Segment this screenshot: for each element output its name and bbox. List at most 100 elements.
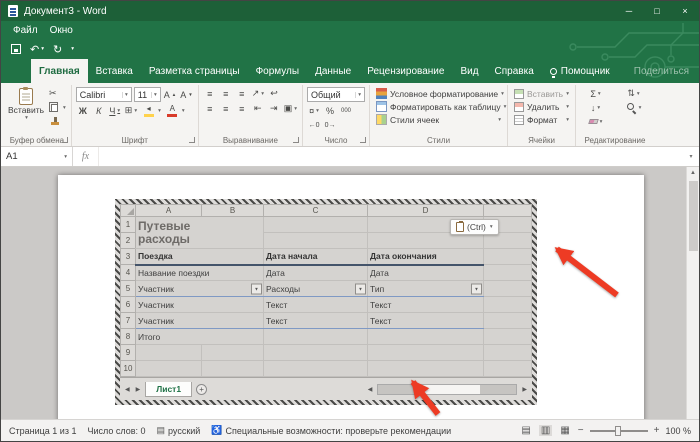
grow-font-button[interactable]: А▲ — [163, 88, 177, 101]
qat-customize-button[interactable]: ▾ — [71, 46, 74, 52]
conditional-formatting-button[interactable]: Условное форматирование ▾ — [374, 87, 503, 100]
cell-header-trip[interactable]: Поездка — [136, 249, 264, 265]
add-sheet-button[interactable]: + — [196, 384, 207, 395]
cell-type[interactable]: Тип▼ — [368, 281, 484, 297]
row-header[interactable]: 9 — [121, 345, 136, 361]
cell[interactable] — [264, 217, 368, 233]
col-header-rest[interactable] — [484, 205, 532, 217]
row-header[interactable]: 3 — [121, 249, 136, 265]
cell-text-placeholder[interactable]: Текст — [264, 313, 368, 329]
vscroll-thumb[interactable] — [689, 181, 698, 251]
col-header-b[interactable]: B — [202, 205, 264, 217]
sheet-nav-right-icon[interactable]: ▶ — [135, 386, 142, 393]
cell[interactable] — [484, 345, 532, 361]
font-dialog-launcher-icon[interactable] — [189, 137, 195, 143]
cell-styles-button[interactable]: Стили ячеек ▾ — [374, 113, 503, 126]
minimize-button[interactable]: ─ — [615, 1, 643, 21]
read-mode-button[interactable]: ▤ — [519, 425, 532, 436]
delete-cells-button[interactable]: Удалить ▾ — [512, 100, 571, 113]
cell[interactable] — [368, 345, 484, 361]
col-header-a[interactable]: A — [136, 205, 202, 217]
format-cells-button[interactable]: Формат ▾ — [512, 113, 571, 126]
bold-button[interactable]: Ж — [76, 104, 90, 117]
cell-dropdown-button[interactable]: ▼ — [355, 283, 366, 294]
insert-cells-button[interactable]: Вставить ▾ — [512, 87, 571, 100]
align-bottom-button[interactable]: ≡ — [235, 87, 249, 100]
borders-button[interactable]: ⊞▾ — [124, 104, 138, 117]
increase-decimal-button[interactable]: ←0 — [307, 119, 321, 132]
cell[interactable] — [136, 345, 202, 361]
tab-page-layout[interactable]: Разметка страницы — [141, 59, 248, 83]
percent-format-button[interactable]: % — [323, 104, 337, 117]
redo-button[interactable]: ↻ — [53, 43, 62, 56]
cell-date-placeholder[interactable]: Дата — [264, 265, 368, 281]
sheet-nav-left-icon[interactable]: ◀ — [124, 386, 131, 393]
align-right-button[interactable]: ≡ — [235, 102, 249, 115]
autosum-button[interactable]: Σ▾ — [580, 87, 611, 100]
page-indicator[interactable]: Страница 1 из 1 — [9, 426, 76, 436]
fill-button[interactable]: ↓▾ — [580, 101, 611, 114]
merge-center-button[interactable]: ▣▾ — [283, 102, 298, 115]
row-header[interactable]: 10 — [121, 361, 136, 377]
undo-button[interactable]: ↶▾ — [30, 43, 44, 56]
cell-participant[interactable]: Участник — [136, 297, 264, 313]
tab-assistant[interactable]: Помощник — [542, 59, 618, 83]
cell-header-start-date[interactable]: Дата начала — [264, 249, 368, 265]
wrap-text-button[interactable]: ↩ — [267, 87, 281, 100]
cell[interactable] — [264, 361, 368, 377]
close-button[interactable]: × — [671, 1, 699, 21]
tab-review[interactable]: Рецензирование — [359, 59, 452, 83]
menu-file[interactable]: Файл — [7, 25, 44, 36]
print-layout-button[interactable]: ▥ — [539, 425, 552, 436]
word-count[interactable]: Число слов: 0 — [87, 426, 145, 436]
paste-button[interactable]: Вставить ▾ — [7, 87, 45, 128]
hscroll-thumb[interactable] — [418, 385, 480, 394]
number-dialog-launcher-icon[interactable] — [360, 137, 366, 143]
insert-function-button[interactable]: fx — [73, 147, 99, 166]
cell[interactable] — [484, 329, 532, 345]
fill-color-button[interactable]: ◂▾ — [140, 104, 162, 117]
row-header[interactable]: 6 — [121, 297, 136, 313]
accounting-format-button[interactable]: ¤▾ — [307, 104, 321, 117]
decrease-indent-button[interactable]: ⇤ — [251, 102, 265, 115]
comma-format-button[interactable]: 000 — [339, 104, 353, 117]
cell[interactable] — [264, 329, 368, 345]
sort-filter-button[interactable]: ⇅▾ — [617, 87, 650, 100]
orientation-button[interactable]: ↗▾ — [251, 87, 265, 100]
zoom-level[interactable]: 100 % — [665, 426, 691, 436]
cell[interactable] — [202, 361, 264, 377]
underline-button[interactable]: Ч▾ — [108, 104, 122, 117]
zoom-in-button[interactable]: + — [654, 425, 660, 436]
col-header-c[interactable]: C — [264, 205, 368, 217]
cell[interactable] — [484, 249, 532, 265]
copy-button[interactable]: ▾ — [48, 101, 67, 114]
cell[interactable] — [136, 361, 202, 377]
formula-input[interactable] — [99, 147, 683, 166]
name-box[interactable]: A1▾ — [1, 147, 73, 166]
font-color-button[interactable]: А▾ — [164, 104, 186, 117]
clipboard-dialog-launcher-icon[interactable] — [62, 137, 68, 143]
cell[interactable] — [264, 345, 368, 361]
cell[interactable] — [484, 265, 532, 281]
align-left-button[interactable]: ≡ — [203, 102, 217, 115]
tab-view[interactable]: Вид — [452, 59, 486, 83]
maximize-button[interactable]: □ — [643, 1, 671, 21]
zoom-slider-thumb[interactable] — [615, 426, 621, 436]
format-painter-button[interactable] — [48, 115, 67, 128]
cell-text-placeholder[interactable]: Текст — [368, 297, 484, 313]
cell[interactable] — [202, 345, 264, 361]
zoom-out-button[interactable]: − — [578, 425, 584, 436]
cell-dropdown-button[interactable]: ▼ — [251, 283, 262, 294]
clear-button[interactable]: ▾ — [580, 115, 611, 128]
find-select-button[interactable]: ▾ — [617, 101, 650, 114]
cell[interactable] — [264, 233, 368, 249]
menu-window[interactable]: Окно — [44, 25, 79, 36]
sheet-tab[interactable]: Лист1 — [145, 382, 192, 397]
vertical-scrollbar[interactable]: ▲ — [686, 167, 699, 419]
cell[interactable] — [368, 361, 484, 377]
cell[interactable] — [484, 281, 532, 297]
cell-date-placeholder[interactable]: Дата — [368, 265, 484, 281]
cell-text-placeholder[interactable]: Текст — [368, 313, 484, 329]
tab-data[interactable]: Данные — [307, 59, 359, 83]
hscroll-right-arrow-icon[interactable]: ▶ — [521, 386, 528, 393]
